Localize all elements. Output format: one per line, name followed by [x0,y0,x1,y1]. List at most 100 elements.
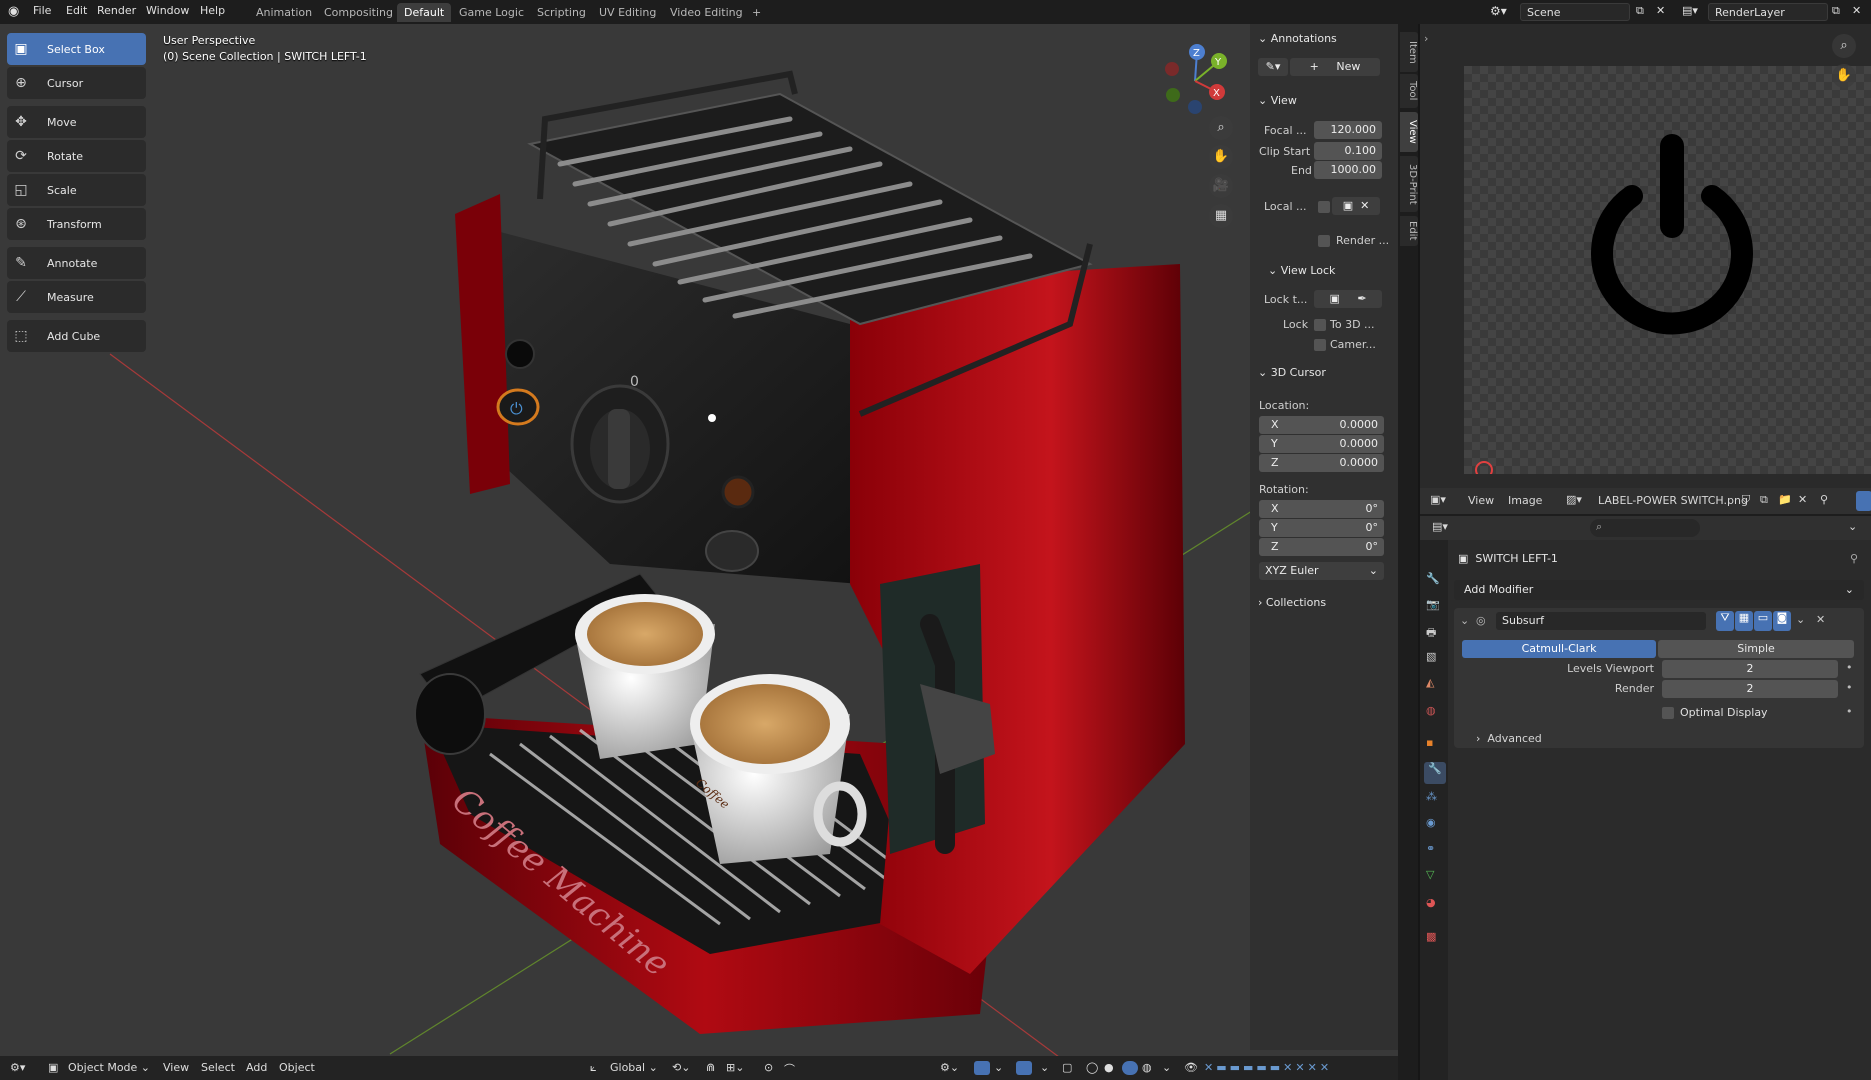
menu-help[interactable]: Help [200,4,225,17]
clip-end-field[interactable]: 1000.00 [1314,161,1382,179]
cursor-rotation-y[interactable]: Y 0° [1259,519,1384,537]
image-view-menu[interactable]: View [1468,494,1494,507]
material-preview-icon[interactable] [1122,1061,1138,1075]
tool-settings-tab-icon[interactable]: 🔧 [1426,572,1440,585]
open-image-icon[interactable]: 📁 [1778,493,1792,506]
tool-measure[interactable]: ⟋ Measure [7,281,146,313]
annotations-header[interactable]: ⌄ Annotations [1250,28,1392,50]
tab-view[interactable]: View [1400,112,1418,152]
add-workspace-button[interactable]: + [745,3,768,22]
viewport-display-icon[interactable]: ▭ [1754,611,1772,631]
gizmo-toggle-icon[interactable] [1856,491,1871,511]
image-canvas[interactable] [1464,66,1871,474]
show-overlay-icon[interactable] [974,1061,990,1075]
edit-cage-icon[interactable]: ⛛ [1716,611,1734,631]
delete-scene-icon[interactable]: ✕ [1656,4,1665,17]
tool-rotate[interactable]: ⟳ Rotate [7,140,146,172]
tab-game-logic[interactable]: Game Logic [452,3,531,22]
tab-3d-print[interactable]: 3D-Print [1400,156,1418,212]
levels-viewport-field[interactable]: 2 [1662,660,1838,678]
collapse-arrow-icon[interactable]: › [1424,32,1428,45]
collections-header[interactable]: › Collections [1250,592,1392,614]
timeline-keyframe-icons[interactable]: ✕▬▬▬▬▬✕✕✕✕ [1204,1061,1332,1074]
pivot-point-icon[interactable]: ⟲⌄ [672,1061,690,1074]
scene-icon[interactable]: ⚙▾ [1490,4,1507,18]
lock-to-3d-cursor-checkbox[interactable] [1314,319,1326,331]
render-levels-keyframe-icon[interactable]: • [1846,681,1853,694]
tool-scale[interactable]: ◱ Scale [7,174,146,206]
render-layer-field[interactable]: RenderLayer [1708,3,1828,21]
modifier-tab-icon[interactable]: 🔧 [1424,762,1446,784]
view-lock-header[interactable]: ⌄ View Lock [1260,260,1402,282]
properties-type-icon[interactable]: ▤▾ [1432,520,1448,533]
zoom-icon[interactable]: ⌕ [1209,116,1233,140]
navigation-gizmo[interactable]: Z Y X [1155,41,1235,121]
texture-tab-icon[interactable]: ▩ [1426,930,1436,943]
xray-icon[interactable] [1016,1061,1032,1075]
image-editor-type-icon[interactable]: ▣▾ [1430,493,1446,506]
tab-item[interactable]: Item [1400,32,1418,72]
object-mode-icon[interactable]: ▣ [48,1061,58,1074]
pin-properties-icon[interactable]: ⚲ [1850,552,1858,565]
simple-button[interactable]: Simple [1658,640,1854,658]
rendered-shading-icon[interactable]: ◍ [1142,1061,1152,1074]
area-divider[interactable] [1418,24,1420,1080]
image-zoom-icon[interactable]: ⌕ [1832,34,1856,58]
modifier-dropdown-icon[interactable]: ⌄ [1796,613,1805,626]
lock-object-field[interactable]: ▣ ✒ [1314,290,1382,308]
tool-move[interactable]: ✥ Move [7,106,146,138]
image-filename-field[interactable]: LABEL-POWER SWITCH.png [1598,494,1748,507]
object-tab-icon[interactable]: ▪ [1426,736,1433,749]
catmull-clark-button[interactable]: Catmull-Clark [1462,640,1656,658]
render-layer-icon[interactable]: ▤▾ [1682,4,1698,17]
cursor-location-y[interactable]: Y 0.0000 [1259,435,1384,453]
visibility-eye-icon[interactable]: 👁 [1184,1061,1198,1074]
delete-modifier-icon[interactable]: ✕ [1816,613,1825,626]
clip-start-field[interactable]: 0.100 [1314,142,1382,160]
rotation-mode-select[interactable]: XYZ Euler ⌄ [1259,562,1384,580]
select-menu[interactable]: Select [201,1061,235,1074]
tab-animation[interactable]: Animation [249,3,319,22]
transform-orientation-icon[interactable]: ⟀ [590,1061,597,1075]
editor-type-icon[interactable]: ⚙▾ [10,1061,25,1074]
pin-icon[interactable]: ⚲ [1820,493,1828,506]
menu-window[interactable]: Window [146,4,189,17]
object-menu[interactable]: Object [279,1061,315,1074]
render-display-icon[interactable]: ◙ [1773,611,1791,631]
transform-orientation-select[interactable]: Global ⌄ [610,1061,658,1074]
snap-target-icon[interactable]: ⊞⌄ [726,1061,744,1074]
image-browse-icon[interactable]: ▨▾ [1566,493,1582,506]
tab-edit[interactable]: Edit [1400,216,1418,246]
collapse-modifier-icon[interactable]: ⌄ [1460,614,1469,627]
new-annotation-button[interactable]: + New [1290,58,1380,76]
cursor-rotation-x[interactable]: X 0° [1259,500,1384,518]
view-header[interactable]: ⌄ View [1250,90,1392,112]
new-image-icon[interactable]: ⧉ [1760,493,1768,507]
image-editor[interactable]: ⌕ ✋ › ▣▾ View Image ▨▾ LABEL-POWER SWITC… [1420,24,1871,514]
delete-layer-icon[interactable]: ✕ [1852,4,1861,17]
proportional-edit-icon[interactable]: ⊙ [764,1061,773,1074]
show-gizmo-icon[interactable]: ⚙⌄ [940,1061,959,1074]
properties-options-icon[interactable]: ⌄ [1848,520,1857,533]
optimal-display-keyframe-icon[interactable]: • [1846,705,1853,718]
wireframe-shading-icon[interactable]: ◯ [1086,1061,1098,1074]
image-menu[interactable]: Image [1508,494,1542,507]
tab-video-editing[interactable]: Video Editing [663,3,750,22]
optimal-display-checkbox[interactable] [1662,707,1674,719]
physics-tab-icon[interactable]: ◉ [1426,816,1436,829]
new-layer-icon[interactable]: ⧉ [1832,4,1840,18]
world-tab-icon[interactable]: ◍ [1426,704,1436,717]
tab-uv-editing[interactable]: UV Editing [592,3,663,22]
menu-file[interactable]: File [33,4,51,17]
cursor-location-x[interactable]: X 0.0000 [1259,416,1384,434]
render-levels-field[interactable]: 2 [1662,680,1838,698]
unlink-image-icon[interactable]: ✕ [1798,493,1807,506]
tool-annotate[interactable]: ✎ Annotate [7,247,146,279]
render-region-checkbox[interactable] [1318,235,1330,247]
cursor-location-z[interactable]: Z 0.0000 [1259,454,1384,472]
material-tab-icon[interactable]: ◕ [1426,896,1436,909]
3d-viewport[interactable]: ⏻ 0 Coffee Coffee Machine User Perspecti… [0,24,1398,1080]
tool-cursor[interactable]: ⊕ Cursor [7,67,146,99]
add-menu[interactable]: Add [246,1061,267,1074]
camera-icon[interactable]: 🎥 [1209,174,1233,198]
